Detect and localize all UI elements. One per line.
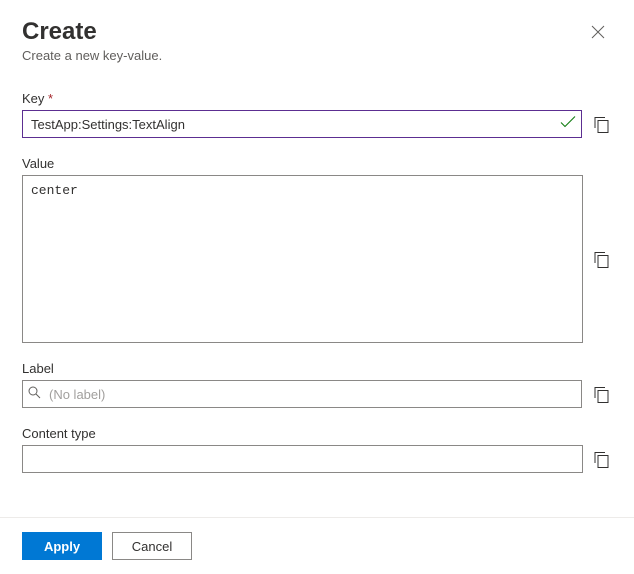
required-marker: * (48, 91, 53, 106)
form-area: Key * Value (22, 91, 612, 517)
value-label: Value (22, 156, 612, 171)
copy-icon (594, 451, 609, 468)
close-icon (591, 25, 605, 39)
content-type-input-row (22, 445, 612, 473)
panel-subtitle: Create a new key-value. (22, 48, 162, 63)
label-label: Label (22, 361, 612, 376)
label-input-wrap (22, 380, 582, 408)
copy-icon (594, 116, 609, 133)
panel-title: Create (22, 18, 162, 46)
value-copy-button[interactable] (591, 248, 612, 270)
label-input-row (22, 380, 612, 408)
content-type-copy-button[interactable] (591, 448, 612, 470)
apply-button[interactable]: Apply (22, 532, 102, 560)
content-type-input[interactable] (22, 445, 583, 473)
value-input-row (22, 175, 612, 343)
value-textarea[interactable] (22, 175, 583, 343)
key-input-wrap (22, 110, 582, 138)
panel-header: Create Create a new key-value. (22, 18, 612, 63)
key-input-row (22, 110, 612, 138)
key-field-group: Key * (22, 91, 612, 138)
value-field-group: Value (22, 156, 612, 343)
key-label: Key * (22, 91, 612, 106)
label-input[interactable] (22, 380, 582, 408)
key-input[interactable] (22, 110, 582, 138)
content-type-field-group: Content type (22, 426, 612, 473)
key-label-text: Key (22, 91, 44, 106)
copy-icon (594, 386, 609, 403)
panel-footer: Apply Cancel (22, 518, 612, 574)
label-copy-button[interactable] (590, 383, 612, 405)
close-button[interactable] (584, 18, 612, 46)
copy-icon (594, 251, 609, 268)
cancel-button[interactable]: Cancel (112, 532, 192, 560)
title-block: Create Create a new key-value. (22, 18, 162, 63)
key-copy-button[interactable] (590, 113, 612, 135)
content-type-label: Content type (22, 426, 612, 441)
label-field-group: Label (22, 361, 612, 408)
create-panel: Create Create a new key-value. Key * (0, 0, 634, 574)
